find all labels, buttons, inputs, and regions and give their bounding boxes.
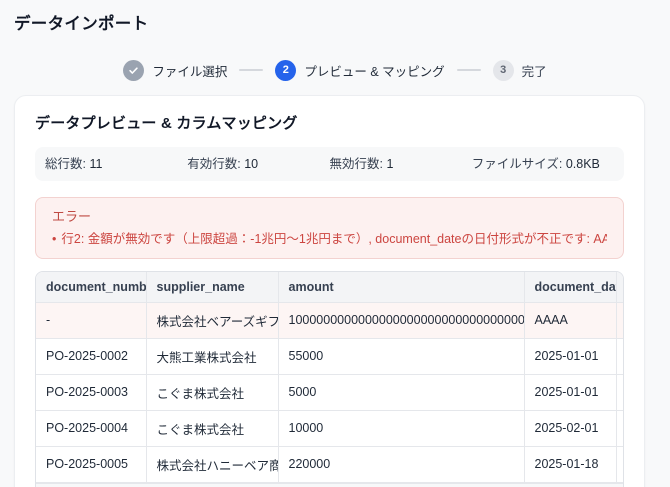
page-title: データインポート [14, 15, 149, 33]
preview-table-scroll-area[interactable]: document_number supplier_name amount doc… [35, 271, 624, 487]
step-label-complete: 完了 [521, 64, 547, 79]
stat-file-size: ファイルサイズ: 0.8KB [471, 157, 600, 171]
step-number-badge: 3 [492, 59, 514, 81]
table-row: PO-2025-0005 株式会社ハニーベア商事 220000 2025-01-… [36, 446, 623, 483]
error-alert: エラー • 行2: 金額が無効です（上限超過：-1兆円〜1兆円まで）, docum… [35, 197, 624, 259]
clipped-cell [616, 374, 623, 411]
clipped-cell [616, 302, 623, 339]
stat-valid-rows: 有効行数: 10 [187, 157, 259, 171]
import-stats-bar: 総行数: 11 有効行数: 10 無効行数: 1 ファイルサイズ: 0.8KB [35, 147, 624, 181]
step-preview-mapping: 2 プレビュー & マッピング [275, 59, 445, 81]
cell-document-number: PO-2025-0005 [36, 446, 147, 483]
cell-amount: 5000 [278, 374, 525, 411]
cell-document-date: 2025-02-01 [524, 410, 617, 447]
cell-document-number: - [36, 302, 147, 339]
cell-amount: 220000 [278, 446, 525, 483]
cell-document-number: PO-2025-0004 [36, 410, 147, 447]
step-file-select: ファイル選択 [123, 59, 228, 81]
cell-supplier-name: こぐま株式会社 [146, 410, 279, 447]
table-row: PO-2025-0002 大熊工業株式会社 55000 2025-01-01 [36, 338, 623, 375]
step-connector [239, 69, 264, 71]
cell-amount: 100000000000000000000000000000000000... [278, 302, 525, 339]
cell-supplier-name: 株式会社ベアーズギフト [146, 302, 279, 339]
table-row: PO-2025-0003 こぐま株式会社 5000 2025-01-01 [36, 374, 623, 411]
cell-amount: 55000 [278, 338, 525, 375]
table-row-invalid: - 株式会社ベアーズギフト 10000000000000000000000000… [36, 302, 623, 339]
step-label-preview-mapping: プレビュー & マッピング [304, 64, 445, 79]
cell-document-date: AAAA [524, 302, 617, 339]
column-header-supplier-name: supplier_name [146, 272, 279, 303]
column-header-amount: amount [278, 272, 525, 303]
clipped-cell [616, 410, 623, 447]
cell-supplier-name: 株式会社ハニーベア商事 [146, 446, 279, 483]
preview-table: document_number supplier_name amount doc… [36, 272, 623, 483]
card-title: データプレビュー & カラムマッピング [35, 115, 298, 132]
import-stepper: ファイル選択 2 プレビュー & マッピング 3 完了 [0, 59, 670, 81]
stat-total-rows: 総行数: 11 [45, 157, 103, 171]
step-connector [456, 69, 481, 71]
bullet-icon: • [52, 232, 57, 246]
cell-document-date: 2025-01-01 [524, 338, 617, 375]
cell-document-date: 2025-01-01 [524, 374, 617, 411]
error-alert-title: エラー [52, 209, 92, 224]
step-complete: 3 完了 [492, 59, 547, 81]
clipped-cell [616, 446, 623, 483]
preview-mapping-card: データプレビュー & カラムマッピング 総行数: 11 有効行数: 10 無効行… [14, 95, 645, 487]
cell-supplier-name: 大熊工業株式会社 [146, 338, 279, 375]
step-label-file-select: ファイル選択 [152, 64, 228, 79]
table-row: PO-2025-0004 こぐま株式会社 10000 2025-02-01 [36, 410, 623, 447]
column-header-document-number: document_number [36, 272, 147, 303]
table-header-row: document_number supplier_name amount doc… [36, 272, 623, 303]
check-icon [123, 59, 145, 81]
cell-document-number: PO-2025-0003 [36, 374, 147, 411]
preview-table-footer: プレビュー表示: 最初の5行 / 総行数: 11行 [36, 482, 623, 487]
cell-amount: 10000 [278, 410, 525, 447]
cell-supplier-name: こぐま株式会社 [146, 374, 279, 411]
clipped-column-header [616, 272, 623, 303]
column-header-document-date: document_date [524, 272, 617, 303]
cell-document-date: 2025-01-18 [524, 446, 617, 483]
cell-document-number: PO-2025-0002 [36, 338, 147, 375]
clipped-cell [616, 338, 623, 375]
error-alert-message: • 行2: 金額が無効です（上限超過：-1兆円〜1兆円まで）, document_… [52, 232, 607, 246]
step-number-badge: 2 [275, 59, 297, 81]
stat-invalid-rows: 無効行数: 1 [329, 157, 394, 171]
